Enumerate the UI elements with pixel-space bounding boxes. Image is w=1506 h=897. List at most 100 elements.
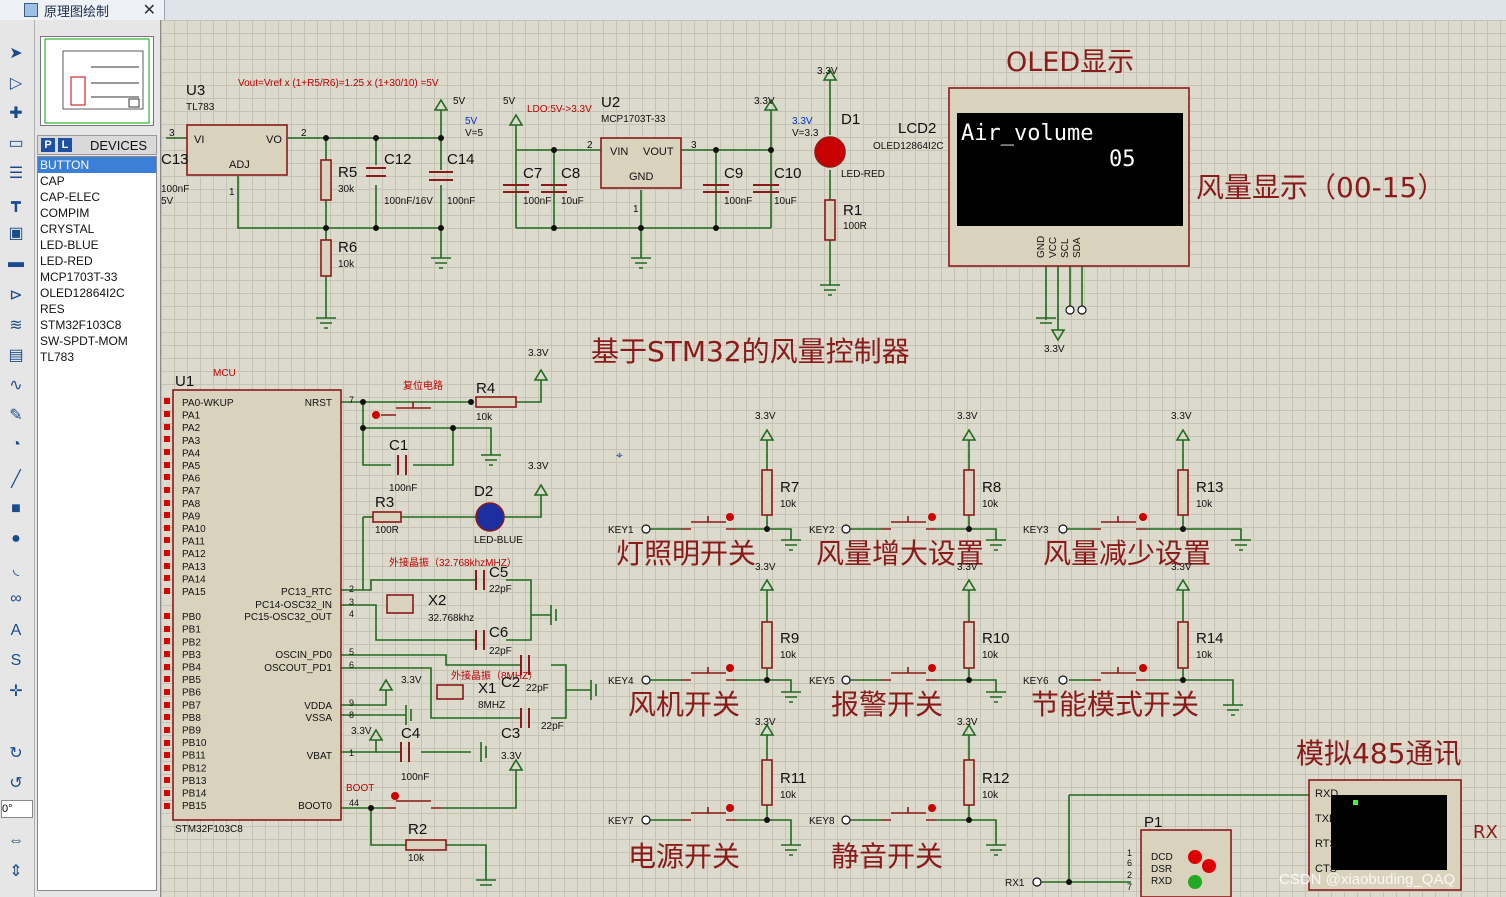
u2-pin-num: 3 (691, 140, 697, 151)
rotate-cw-icon[interactable]: ↻ (3, 740, 29, 766)
rx1-label: RX1 (1005, 878, 1025, 889)
key-vcc-label: 3.3V (755, 411, 776, 422)
key-vcc-label: 3.3V (755, 717, 776, 728)
key-resistor-value: 10k (982, 499, 999, 510)
device-item[interactable]: LED-RED (38, 253, 156, 269)
mcu-right-pin: OSCIN_PD0 (275, 650, 332, 661)
key-resistor-ref: R14 (1196, 630, 1224, 647)
c12-ref: C12 (384, 151, 412, 168)
key-resistor-ref: R12 (982, 770, 1010, 787)
r5-ref: R5 (338, 164, 357, 181)
mcu-pin-num: 5 (349, 647, 354, 657)
text-icon[interactable]: A (3, 618, 29, 644)
tab-bar: 原理图绘制 ✕ (0, 0, 1506, 21)
library-manager-button[interactable]: L (58, 138, 72, 152)
mcu-left-pin: PB2 (182, 637, 201, 648)
overview-window[interactable] (40, 36, 154, 126)
box-icon[interactable]: ■ (3, 496, 29, 522)
mcu-right-pin: VDDA (304, 701, 332, 712)
mcu-pin-num: 6 (349, 660, 354, 670)
generator-icon[interactable]: ∿ (3, 372, 29, 398)
circle-icon[interactable]: ● (3, 526, 29, 552)
comm-title: 模拟485通讯 (1296, 737, 1461, 770)
device-pin-icon[interactable]: ⊳ (3, 282, 29, 308)
marker-icon[interactable]: ✛ (3, 678, 29, 704)
mcu-right-pin: VSSA (305, 713, 332, 724)
key-net-label: KEY3 (1023, 525, 1049, 536)
terminal-icon[interactable]: ▬ (3, 250, 29, 276)
voltage-probe-icon[interactable]: ✎ (3, 402, 29, 428)
key-function-label: 静音开关 (831, 840, 943, 873)
device-item[interactable]: STM32F103C8 (38, 317, 156, 333)
u3-pin-num: 1 (229, 187, 235, 198)
c2-ref: C2 (501, 674, 520, 691)
device-item[interactable]: BUTTON (38, 157, 156, 173)
device-item[interactable]: CRYSTAL (38, 221, 156, 237)
u3-formula: Vout=Vref x (1+R5/R6)=1.25 x (1+30/10) =… (238, 78, 439, 89)
rotation-field[interactable]: 0° (1, 800, 33, 818)
virtual-instrument-icon[interactable]: ◔ (3, 432, 29, 458)
key-resistor-value: 10k (982, 790, 999, 801)
device-item[interactable]: COMPIM (38, 205, 156, 221)
mcu-pin-num: 3 (349, 597, 354, 607)
c9-ref: C9 (724, 165, 743, 182)
tool-bar: ➤ ▷ ✚ ▭ ☰ ┳ ▣ ▬ ⊳ ≋ ▤ ∿ ✎ ◔ ╱ ■ ● ◟ ∞ A … (0, 20, 35, 897)
c8-ref: C8 (561, 165, 580, 182)
arc-icon[interactable]: ◟ (3, 556, 29, 582)
x2-value: 32.768khz (428, 613, 474, 624)
device-item[interactable]: SW-SPDT-MOM (38, 333, 156, 349)
device-item[interactable]: OLED12864I2C (38, 285, 156, 301)
p1-num: 6 (1127, 858, 1132, 868)
c13-voltage: 5V (161, 196, 174, 207)
c3-ref: C3 (501, 725, 520, 742)
tape-recorder-icon[interactable]: ▤ (3, 342, 29, 368)
mcu-pin-num: 9 (349, 698, 354, 708)
select-arrow-icon[interactable]: ➤ (3, 40, 29, 66)
u3-pin-vo: VO (266, 134, 282, 146)
key-net-label: KEY5 (809, 676, 835, 687)
u3-pin-adj: ADJ (229, 159, 250, 171)
device-item[interactable]: LED-BLUE (38, 237, 156, 253)
c2-value: 22pF (526, 683, 549, 694)
mirror-h-icon[interactable]: ⇔ (3, 828, 29, 854)
c7-ref: C7 (523, 165, 542, 182)
mirror-v-icon[interactable]: ⇕ (3, 858, 29, 884)
u2-probe-value: V=3.3 (792, 128, 819, 139)
oled-line2: 05 (1109, 147, 1136, 172)
component-icon[interactable]: ▷ (3, 70, 29, 96)
terminal-screen (1331, 795, 1447, 870)
device-item[interactable]: MCP1703T-33 (38, 269, 156, 285)
device-item[interactable]: RES (38, 301, 156, 317)
key-resistor-value: 10k (1196, 650, 1213, 661)
bus-icon[interactable]: ┳ (3, 190, 29, 216)
mcu-left-pin: PB12 (182, 763, 207, 774)
wire-label-icon[interactable]: ▭ (3, 130, 29, 156)
schematic-canvas[interactable]: OLED显示 基于STM32的风量控制器 风量显示（00-15） 模拟485通讯… (160, 20, 1506, 897)
rotate-ccw-icon[interactable]: ↺ (3, 770, 29, 796)
device-item[interactable]: CAP (38, 173, 156, 189)
subcircuit-icon[interactable]: ▣ (3, 220, 29, 246)
graph-icon[interactable]: ≋ (3, 312, 29, 338)
mcu-left-pin: PA14 (182, 574, 206, 585)
mcu-right-pin: NRST (305, 398, 332, 409)
text-script-icon[interactable]: ☰ (3, 160, 29, 186)
schematic-drawing: OLED显示 基于STM32的风量控制器 风量显示（00-15） 模拟485通讯… (161, 47, 1498, 897)
device-item[interactable]: TL783 (38, 349, 156, 365)
oled-pin: GND (1036, 236, 1047, 258)
u2-in-label: 5V (503, 96, 516, 107)
r4-value: 10k (476, 412, 493, 423)
junction-icon[interactable]: ✚ (3, 100, 29, 126)
device-list[interactable]: BUTTON CAP CAP-ELEC COMPIM CRYSTAL LED-B… (37, 156, 157, 891)
path-icon[interactable]: ∞ (3, 586, 29, 612)
pick-devices-button[interactable]: P (41, 138, 55, 152)
mcu-left-pin: PA1 (182, 411, 201, 422)
line-icon[interactable]: ╱ (3, 466, 29, 492)
key-net-label: KEY7 (608, 816, 634, 827)
symbol-icon[interactable]: S (3, 648, 29, 674)
tab-schematic[interactable]: 原理图绘制 ✕ (0, 0, 165, 20)
boot-vcc: 3.3V (501, 751, 522, 762)
device-item[interactable]: CAP-ELEC (38, 189, 156, 205)
close-icon[interactable]: ✕ (143, 0, 156, 20)
mcu-left-pin: PA8 (182, 499, 201, 510)
mcu-left-pin: PA4 (182, 448, 201, 459)
